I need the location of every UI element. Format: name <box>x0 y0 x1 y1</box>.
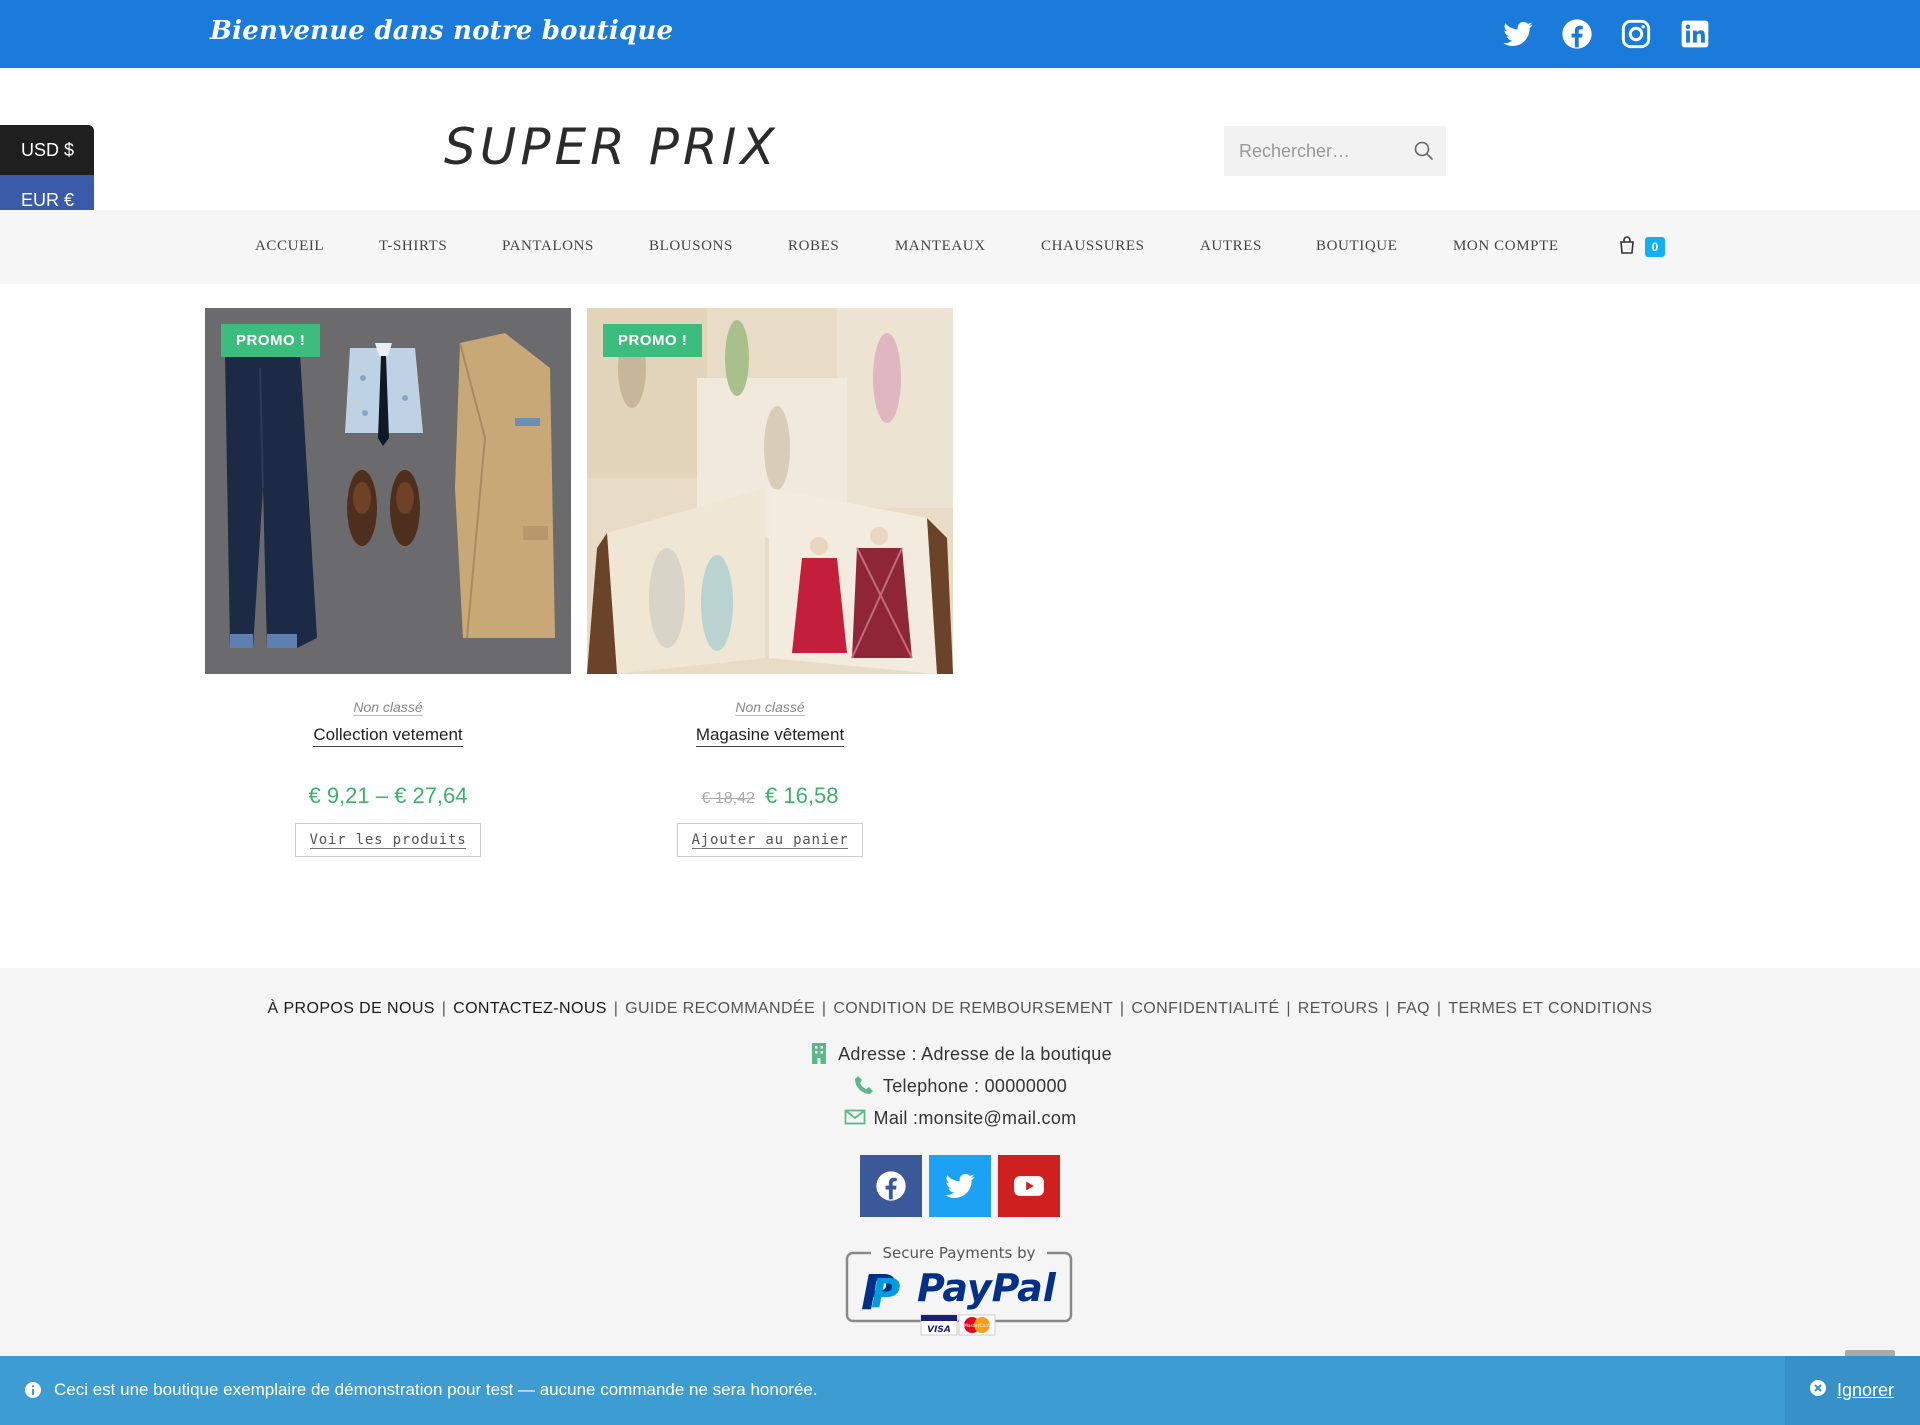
currency-usd-button[interactable]: USD $ <box>0 125 94 175</box>
product-title[interactable]: Magasine vêtement <box>587 725 953 747</box>
search-icon[interactable] <box>1412 139 1436 163</box>
nav-item-blousons[interactable]: BLOUSONS <box>649 238 733 255</box>
footer-address-text: Adresse : Adresse de la boutique <box>838 1044 1112 1064</box>
view-products-button[interactable]: Voir les produits <box>294 823 482 857</box>
footer-link-faq[interactable]: FAQ <box>1397 1000 1430 1017</box>
product-category[interactable]: Non classé <box>587 699 953 716</box>
nav-item-boutique[interactable]: BOUTIQUE <box>1316 238 1397 255</box>
footer-link-terms[interactable]: TERMES ET CONDITIONS <box>1448 1000 1652 1017</box>
product-category-label[interactable]: Non classé <box>735 699 805 716</box>
phone-icon <box>853 1074 875 1096</box>
footer-link-returns[interactable]: RETOURS <box>1298 1000 1379 1017</box>
product-category-label[interactable]: Non classé <box>353 699 423 716</box>
product-card: PROMO ! Non classé Magasine vêtement € 1… <box>587 308 953 857</box>
building-icon <box>808 1042 830 1064</box>
product-price-current: € 16,58 <box>765 783 839 808</box>
product-title[interactable]: Collection vetement <box>205 725 571 747</box>
footer-mail-text: Mail :monsite@mail.com <box>873 1108 1077 1128</box>
main-navigation: ACCUEIL T-SHIRTS PANTALONS BLOUSONS ROBE… <box>0 210 1920 284</box>
product-price: € 18,42 € 16,58 <box>587 783 953 809</box>
paypal-brand: PayPal <box>917 1266 1057 1310</box>
top-bar: Bienvenue dans notre boutique <box>0 0 1920 68</box>
cart-count-badge[interactable]: 0 <box>1645 237 1665 257</box>
svg-text:P: P <box>871 1271 900 1317</box>
welcome-text: Bienvenue dans notre boutique <box>210 16 674 46</box>
footer-links: À PROPOS DE NOUS | CONTACTEZ-NOUS | GUID… <box>267 1000 1653 1017</box>
notice-message-text: Ceci est une boutique exemplaire de démo… <box>54 1380 818 1399</box>
promo-badge: PROMO ! <box>221 324 321 357</box>
info-icon <box>24 1381 42 1399</box>
product-price-current: € 9,21 – € 27,64 <box>308 783 468 808</box>
search-input[interactable] <box>1224 126 1404 176</box>
instagram-icon[interactable] <box>1620 18 1652 50</box>
nav-item-manteaux[interactable]: MANTEAUX <box>895 238 986 255</box>
paypal-heading: Secure Payments by <box>883 1244 1036 1262</box>
facebook-icon[interactable] <box>860 1155 922 1217</box>
view-products-button-label: Voir les produits <box>309 832 467 849</box>
nav-item-autres[interactable]: AUTRES <box>1200 238 1262 255</box>
nav-item-pantalons[interactable]: PANTALONS <box>502 238 594 255</box>
footer-phone: Telephone : 00000000 <box>0 1074 1920 1097</box>
youtube-icon[interactable] <box>998 1155 1060 1217</box>
footer-address: Adresse : Adresse de la boutique <box>0 1042 1920 1065</box>
product-image-fashion-magazine[interactable]: PROMO ! <box>587 308 953 674</box>
demo-store-notice: Ceci est une boutique exemplaire de démo… <box>0 1356 1920 1425</box>
search-form <box>1224 126 1446 176</box>
nav-item-t-shirts[interactable]: T-SHIRTS <box>379 238 447 255</box>
nav-item-accueil[interactable]: ACCUEIL <box>255 238 324 255</box>
nav-item-chaussures[interactable]: CHAUSSURES <box>1041 238 1145 255</box>
close-icon[interactable] <box>1809 1379 1827 1402</box>
site-logo[interactable]: SUPER PRIX <box>444 118 779 176</box>
twitter-icon[interactable] <box>929 1155 991 1217</box>
envelope-icon <box>844 1106 866 1128</box>
footer-phone-text: Telephone : 00000000 <box>882 1076 1068 1096</box>
footer-link-contact[interactable]: CONTACTEZ-NOUS <box>453 1000 607 1017</box>
footer-link-about[interactable]: À PROPOS DE NOUS <box>268 1000 435 1017</box>
linkedin-icon[interactable] <box>1679 18 1711 50</box>
product-category[interactable]: Non classé <box>205 699 571 716</box>
paypal-secure-payments-badge: Secure Payments by P P PayPal VISA Maste… <box>845 1241 1073 1337</box>
product-price-old: € 18,42 <box>701 790 755 807</box>
product-title-label[interactable]: Magasine vêtement <box>695 725 845 747</box>
dismiss-notice-button[interactable]: Ignorer <box>1785 1356 1920 1425</box>
footer-social-links <box>860 1155 1060 1217</box>
add-to-cart-button[interactable]: Ajouter au panier <box>676 823 864 857</box>
add-to-cart-button-label: Ajouter au panier <box>691 832 849 849</box>
dismiss-notice-label[interactable]: Ignorer <box>1837 1380 1894 1401</box>
footer-link-privacy[interactable]: CONFIDENTIALITÉ <box>1131 1000 1279 1017</box>
product-image-clothing-collection[interactable]: PROMO ! <box>205 308 571 674</box>
nav-item-robes[interactable]: ROBES <box>788 238 839 255</box>
nav-item-mon-compte[interactable]: MON COMPTE <box>1453 238 1559 255</box>
facebook-icon[interactable] <box>1561 18 1593 50</box>
product-price: € 9,21 – € 27,64 <box>205 783 571 809</box>
footer-link-refund[interactable]: CONDITION DE REMBOURSEMENT <box>833 1000 1113 1017</box>
twitter-icon[interactable] <box>1502 18 1534 50</box>
visa-card-label: VISA <box>927 1325 951 1335</box>
mastercard-card-label: MasterCard <box>964 1323 990 1329</box>
promo-badge: PROMO ! <box>603 324 703 357</box>
shopping-bag-icon[interactable] <box>1618 235 1636 255</box>
footer-mail: Mail :monsite@mail.com <box>0 1106 1920 1129</box>
notice-message: Ceci est une boutique exemplaire de démo… <box>24 1380 818 1400</box>
top-social-links <box>1502 18 1711 50</box>
footer-link-guide[interactable]: GUIDE RECOMMANDÉE <box>625 1000 815 1017</box>
product-title-label[interactable]: Collection vetement <box>313 725 463 747</box>
product-card: PROMO ! Non classé Collection vetement €… <box>205 308 571 857</box>
